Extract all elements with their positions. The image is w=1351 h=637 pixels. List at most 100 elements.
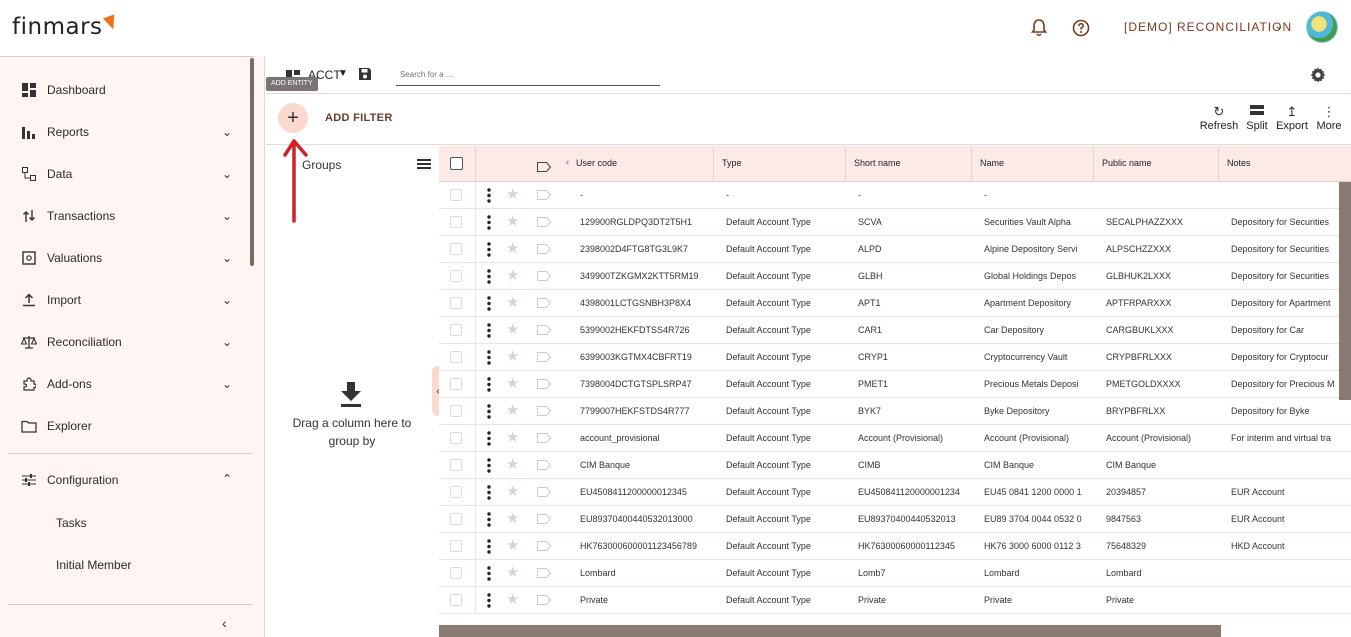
sidebar-item-add-ons[interactable]: Add-ons ⌄ <box>0 363 250 405</box>
column-header-type[interactable]: Type <box>714 146 846 182</box>
row-menu-icon[interactable] <box>487 188 491 203</box>
collapse-sidebar-icon[interactable]: ‹ <box>222 615 227 631</box>
menu-icon[interactable] <box>417 157 431 169</box>
avatar[interactable] <box>1306 11 1338 43</box>
tag-icon[interactable] <box>537 352 551 362</box>
table-row[interactable]: ★ 2398002D4FTG8TG3L9K7 Default Account Typ… <box>439 236 1351 263</box>
sidebar-item-explorer[interactable]: Explorer <box>0 405 250 447</box>
row-menu-icon[interactable] <box>487 404 491 419</box>
row-checkbox[interactable] <box>450 486 462 498</box>
row-menu-icon[interactable] <box>487 512 491 527</box>
row-checkbox[interactable] <box>450 567 462 579</box>
table-row[interactable]: ★ Lombard Default Account Type Lomb7 Lombard… <box>439 560 1351 587</box>
column-header-user-code[interactable]: User code <box>568 146 714 182</box>
add-entity-button[interactable]: + <box>278 103 308 133</box>
star-icon[interactable]: ★ <box>506 483 519 501</box>
row-checkbox[interactable] <box>450 324 462 336</box>
tag-icon[interactable] <box>537 325 551 335</box>
row-checkbox[interactable] <box>450 378 462 390</box>
column-header-public-name[interactable]: Public name <box>1094 146 1219 182</box>
row-menu-icon[interactable] <box>487 539 491 554</box>
sidebar-item-reports[interactable]: Reports ⌄ <box>0 111 250 153</box>
column-header-name[interactable]: Name <box>972 146 1094 182</box>
tag-icon[interactable] <box>537 514 551 524</box>
row-checkbox[interactable] <box>450 270 462 282</box>
row-menu-icon[interactable] <box>487 323 491 338</box>
star-icon[interactable]: ★ <box>506 213 519 231</box>
save-icon[interactable] <box>358 67 372 81</box>
search-input[interactable] <box>396 64 660 86</box>
grid-horizontal-scrollbar[interactable] <box>439 625 1221 637</box>
refresh-button[interactable]: ↻ Refresh <box>1199 104 1239 132</box>
sidebar-item-reconciliation[interactable]: Reconciliation ⌄ <box>0 321 250 363</box>
star-icon[interactable]: ★ <box>506 348 519 366</box>
star-icon[interactable]: ★ <box>506 564 519 582</box>
star-icon[interactable]: ★ <box>506 240 519 258</box>
tag-icon[interactable] <box>537 433 551 443</box>
help-circle-icon[interactable] <box>1071 18 1091 38</box>
row-menu-icon[interactable] <box>487 350 491 365</box>
star-icon[interactable]: ★ <box>506 294 519 312</box>
row-checkbox[interactable] <box>450 243 462 255</box>
table-row[interactable]: ★ 4398001LCTGSNBH3P8X4 Default Account Typ… <box>439 290 1351 317</box>
star-icon[interactable]: ★ <box>506 537 519 555</box>
star-icon[interactable]: ★ <box>506 591 519 609</box>
row-menu-icon[interactable] <box>487 296 491 311</box>
row-menu-icon[interactable] <box>487 566 491 581</box>
star-icon[interactable]: ★ <box>506 375 519 393</box>
star-icon[interactable]: ★ <box>506 321 519 339</box>
tag-icon[interactable] <box>537 595 551 605</box>
tag-icon[interactable] <box>537 460 551 470</box>
row-menu-icon[interactable] <box>487 377 491 392</box>
sidebar-item-valuations[interactable]: Valuations ⌄ <box>0 237 250 279</box>
column-header-short-name[interactable]: Short name <box>846 146 972 182</box>
row-menu-icon[interactable] <box>487 485 491 500</box>
table-row[interactable]: ★ account_provisional Default Account Type… <box>439 425 1351 452</box>
tag-icon[interactable] <box>537 244 551 254</box>
sidebar-subitem-tasks[interactable]: Tasks <box>56 516 87 530</box>
sidebar-item-configuration[interactable]: Configuration ⌄ <box>0 459 250 501</box>
table-row[interactable]: ★ HK763000600001123456789 Default Account … <box>439 533 1351 560</box>
row-checkbox[interactable] <box>450 216 462 228</box>
tag-icon[interactable] <box>537 190 551 200</box>
row-checkbox[interactable] <box>450 432 462 444</box>
split-button[interactable]: Split <box>1237 104 1277 132</box>
workspace-menu[interactable]: [DEMO] RECONCILIATION <box>1124 20 1292 34</box>
tag-icon[interactable] <box>537 568 551 578</box>
star-icon[interactable]: ★ <box>506 267 519 285</box>
finmars-logo[interactable]: finmars <box>12 14 119 40</box>
row-menu-icon[interactable] <box>487 242 491 257</box>
gear-icon[interactable] <box>1310 67 1326 83</box>
table-row[interactable]: ★ 349900TZKGMX2KTT5RM19 Default Account Ty… <box>439 263 1351 290</box>
table-row[interactable]: ★ 7799007HEKFSTDS4R777 Default Account Typ… <box>439 398 1351 425</box>
row-checkbox[interactable] <box>450 513 462 525</box>
row-checkbox[interactable] <box>450 459 462 471</box>
star-icon[interactable]: ★ <box>506 510 519 528</box>
row-checkbox[interactable] <box>450 297 462 309</box>
table-row[interactable]: ★ 5399002HEKFDTSS4R726 Default Account Typ… <box>439 317 1351 344</box>
tag-icon[interactable] <box>537 298 551 308</box>
sidebar-item-data[interactable]: Data ⌄ <box>0 153 250 195</box>
row-checkbox[interactable] <box>450 351 462 363</box>
table-row[interactable]: ★ EU450841120000001234​5 Default Account T… <box>439 479 1351 506</box>
row-menu-icon[interactable] <box>487 431 491 446</box>
row-checkbox[interactable] <box>450 540 462 552</box>
row-checkbox[interactable] <box>450 594 462 606</box>
caret-down-icon[interactable]: ▼ <box>338 68 348 79</box>
tag-icon[interactable] <box>537 406 551 416</box>
sidebar-item-transactions[interactable]: Transactions ⌄ <box>0 195 250 237</box>
tag-icon[interactable] <box>537 487 551 497</box>
grid-vertical-scrollbar[interactable] <box>1339 182 1351 400</box>
row-menu-icon[interactable] <box>487 593 491 608</box>
more-button[interactable]: ⋮ More <box>1309 104 1349 132</box>
export-button[interactable]: ↥ Export <box>1272 104 1312 132</box>
row-checkbox[interactable] <box>450 189 462 201</box>
star-icon[interactable]: ★ <box>506 456 519 474</box>
table-row[interactable]: ★ 7398004DCTGTSPLSRP47 Default Account Typ… <box>439 371 1351 398</box>
table-row[interactable]: ★ CIM Banque Default Account Type CIMB CIM B… <box>439 452 1351 479</box>
add-filter-button[interactable]: ADD FILTER <box>325 112 393 124</box>
table-row[interactable]: ★ 6399003KGTMX4CBFRT19 Default Account Typ… <box>439 344 1351 371</box>
column-header-notes[interactable]: Notes <box>1219 146 1351 182</box>
table-row[interactable]: ★ 129900RGLDPQ3DT2T5H1 Default Account Typ… <box>439 209 1351 236</box>
star-icon[interactable]: ★ <box>506 429 519 447</box>
